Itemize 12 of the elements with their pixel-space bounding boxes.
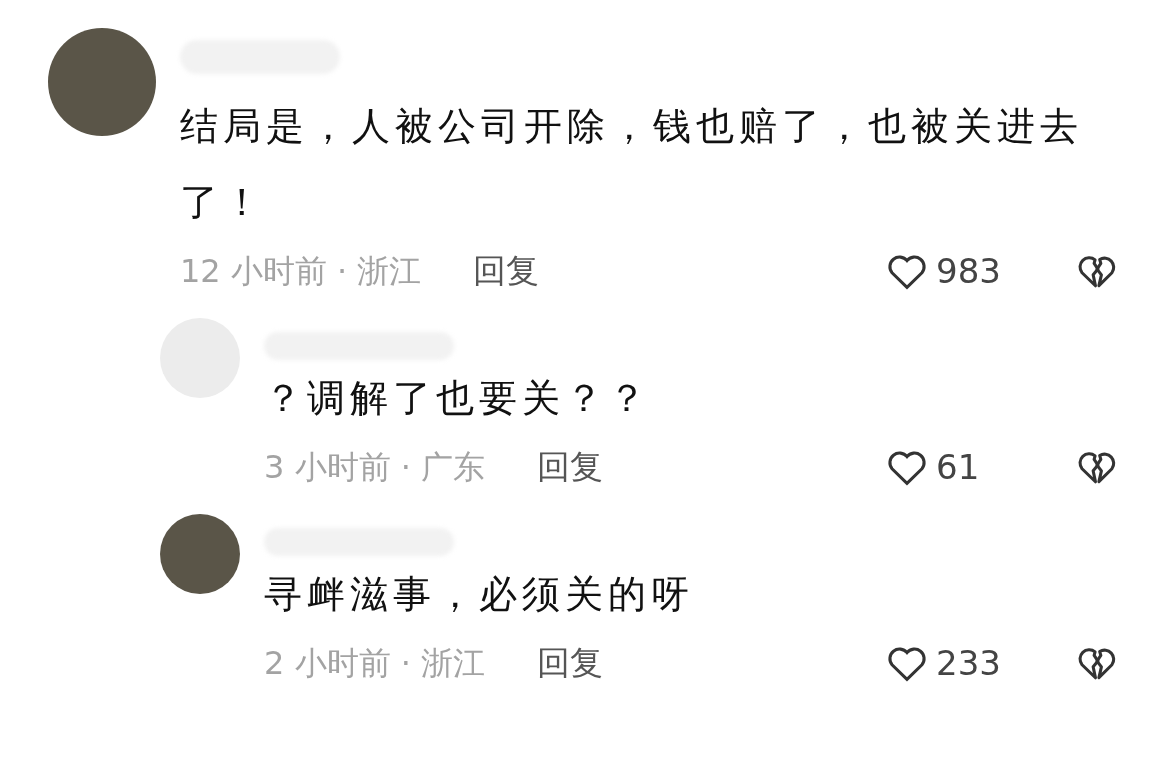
- comment-meta: 3 小时前 · 广东: [264, 447, 486, 488]
- comment-text: 寻衅滋事，必须关的呀: [264, 571, 695, 618]
- like-count: 983: [936, 249, 1001, 293]
- reply-button[interactable]: 回复: [537, 442, 604, 492]
- like-count: 61: [936, 445, 980, 489]
- reply-button[interactable]: 回复: [537, 638, 604, 688]
- comment-meta: 12 小时前 · 浙江: [180, 251, 422, 292]
- comment-text: ？调解了也要关？？: [264, 375, 652, 422]
- comment-meta: 2 小时前 · 浙江: [264, 643, 486, 684]
- reply-button[interactable]: 回复: [473, 246, 540, 296]
- like-count: 233: [936, 641, 1001, 685]
- comment-text: 结局是，人被公司开除，钱也赔了，也被关进去了！: [180, 103, 1084, 226]
